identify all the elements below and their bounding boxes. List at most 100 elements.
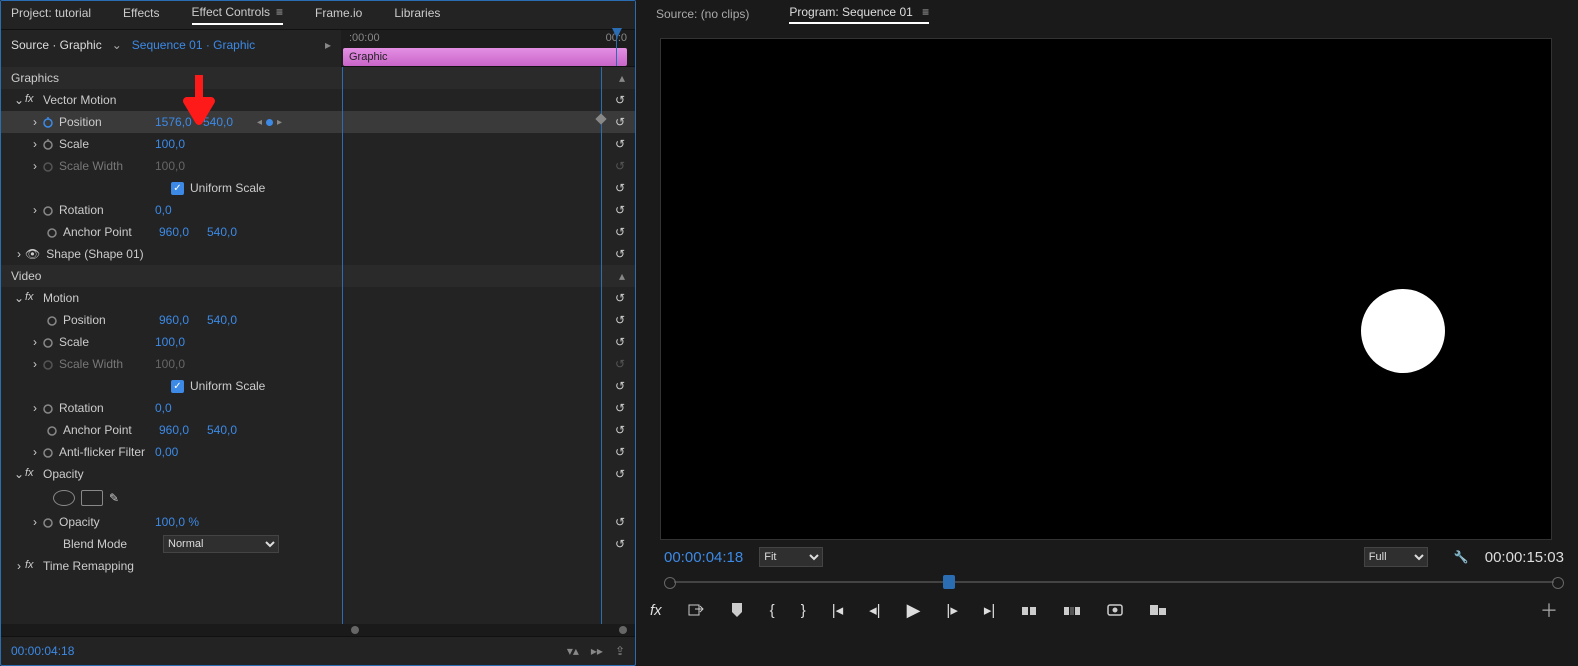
tab-effects[interactable]: Effects — [123, 6, 159, 24]
stopwatch-icon[interactable] — [41, 115, 55, 129]
visibility-icon[interactable]: 👁 — [25, 247, 40, 261]
rotation-value[interactable]: 0,0 — [155, 401, 203, 415]
anchor-x[interactable]: 960,0 — [159, 423, 207, 437]
lift-icon[interactable] — [1021, 603, 1037, 617]
fx-icon[interactable]: fx — [25, 559, 39, 573]
reset-icon[interactable]: ↺ — [615, 379, 625, 393]
resolution-select[interactable]: Full — [1364, 547, 1428, 567]
export-icon[interactable]: ⇪ — [615, 644, 625, 658]
disclose-time-remap[interactable]: › — [13, 559, 25, 573]
opacity-value[interactable]: 100,0 % — [155, 515, 203, 529]
disclose-rotation[interactable]: › — [29, 401, 41, 415]
mask-ellipse-icon[interactable] — [53, 490, 75, 506]
uniform-scale-checkbox[interactable] — [171, 380, 184, 393]
disclose-motion[interactable]: ⌄ — [13, 291, 25, 305]
collapse-icon[interactable]: ▴ — [619, 269, 625, 283]
insert-icon[interactable] — [688, 602, 704, 618]
mark-in-icon[interactable]: { — [770, 602, 775, 619]
prev-keyframe-icon[interactable]: ◂ — [257, 117, 262, 128]
goto-in-icon[interactable]: |◂ — [832, 601, 843, 619]
scrub-handle-right[interactable] — [1552, 577, 1564, 589]
tab-program-monitor[interactable]: Program: Sequence 01 ≡ — [789, 5, 929, 24]
uniform-scale-checkbox[interactable] — [171, 182, 184, 195]
stopwatch-icon[interactable] — [45, 225, 59, 239]
zoom-select[interactable]: Fit — [759, 547, 823, 567]
stopwatch-icon[interactable] — [41, 203, 55, 217]
add-keyframe-icon[interactable] — [266, 119, 273, 126]
play-only-icon[interactable]: ▸ — [325, 38, 331, 52]
step-back-icon[interactable]: ◂| — [869, 601, 880, 619]
stopwatch-icon[interactable] — [41, 137, 55, 151]
tab-frameio[interactable]: Frame.io — [315, 6, 362, 24]
disclose-opacity-val[interactable]: › — [29, 515, 41, 529]
tab-libraries[interactable]: Libraries — [394, 6, 440, 24]
panel-menu-icon[interactable]: ≡ — [276, 5, 283, 19]
reset-icon[interactable]: ↺ — [615, 137, 625, 151]
anchor-x[interactable]: 960,0 — [159, 225, 207, 239]
reset-icon[interactable]: ↺ — [615, 335, 625, 349]
reset-icon[interactable]: ↺ — [615, 115, 625, 129]
position-y[interactable]: 540,0 — [207, 313, 255, 327]
reset-icon[interactable]: ↺ — [615, 401, 625, 415]
marker-icon[interactable] — [730, 602, 744, 618]
scale-value[interactable]: 100,0 — [155, 335, 203, 349]
reset-icon[interactable]: ↺ — [615, 291, 625, 305]
mark-out-icon[interactable]: } — [801, 602, 806, 619]
play-icon[interactable]: ▶ — [907, 600, 921, 621]
reset-icon[interactable]: ↺ — [615, 515, 625, 529]
fx-badge-icon[interactable]: fx — [650, 602, 662, 619]
next-keyframe-icon[interactable]: ▸ — [277, 117, 282, 128]
position-x[interactable]: 1576,0 — [155, 115, 203, 129]
program-preview[interactable] — [660, 38, 1552, 540]
panel-menu-icon[interactable]: ≡ — [922, 5, 929, 19]
disclose-scale[interactable]: › — [29, 137, 41, 151]
scrub-handle-left[interactable] — [664, 577, 676, 589]
step-forward-icon[interactable]: |▸ — [946, 601, 957, 619]
tab-effect-controls[interactable]: Effect Controls≡ — [192, 5, 284, 25]
disclose-rotation[interactable]: › — [29, 203, 41, 217]
extract-icon[interactable] — [1063, 603, 1081, 617]
disclose-shape[interactable]: › — [13, 247, 25, 261]
stopwatch-icon[interactable] — [41, 335, 55, 349]
position-y[interactable]: 540,0 — [203, 115, 251, 129]
program-timecode[interactable]: 00:00:04:18 — [664, 549, 743, 566]
reset-icon[interactable]: ↺ — [615, 225, 625, 239]
program-scrubber[interactable] — [664, 574, 1564, 590]
scrub-playhead[interactable] — [943, 575, 955, 589]
stopwatch-icon[interactable] — [45, 313, 59, 327]
mask-pen-icon[interactable]: ✎ — [109, 491, 119, 505]
current-timecode[interactable]: 00:00:04:18 — [11, 644, 74, 658]
anchor-y[interactable]: 540,0 — [207, 423, 255, 437]
chevron-down-icon[interactable]: ⌄ — [108, 38, 126, 52]
antiflicker-value[interactable]: 0,00 — [155, 445, 203, 459]
timeline-scrollbar[interactable] — [1, 624, 635, 636]
position-x[interactable]: 960,0 — [159, 313, 207, 327]
disclose-antiflicker[interactable]: › — [29, 445, 41, 459]
reset-icon[interactable]: ↺ — [615, 181, 625, 195]
reset-icon[interactable]: ↺ — [615, 313, 625, 327]
loop-play-icon[interactable]: ▸▸ — [591, 644, 603, 658]
collapse-icon[interactable]: ▴ — [619, 71, 625, 85]
reset-icon[interactable]: ↺ — [615, 467, 625, 481]
disclose-position[interactable]: › — [29, 115, 41, 129]
stopwatch-icon[interactable] — [41, 401, 55, 415]
reset-icon[interactable]: ↺ — [615, 93, 625, 107]
fx-icon[interactable]: fx — [25, 93, 39, 107]
reset-icon[interactable]: ↺ — [615, 247, 625, 261]
reset-icon[interactable]: ↺ — [615, 423, 625, 437]
stopwatch-icon[interactable] — [41, 445, 55, 459]
fx-icon[interactable]: fx — [25, 467, 39, 481]
rotation-value[interactable]: 0,0 — [155, 203, 203, 217]
mask-rect-icon[interactable] — [81, 490, 103, 506]
disclose-opacity[interactable]: ⌄ — [13, 467, 25, 481]
clip-bar[interactable]: Graphic — [343, 48, 627, 66]
anchor-y[interactable]: 540,0 — [207, 225, 255, 239]
disclose-scale[interactable]: › — [29, 335, 41, 349]
fx-icon[interactable]: fx — [25, 291, 39, 305]
scale-value[interactable]: 100,0 — [155, 137, 203, 151]
breadcrumb-sequence[interactable]: Sequence 01 · Graphic — [132, 38, 255, 52]
export-frame-icon[interactable] — [1107, 603, 1123, 617]
tab-project[interactable]: Project: tutorial — [11, 6, 91, 24]
disclose-vector-motion[interactable]: ⌄ — [13, 93, 25, 107]
filter-icon[interactable]: ▾▴ — [567, 644, 579, 658]
